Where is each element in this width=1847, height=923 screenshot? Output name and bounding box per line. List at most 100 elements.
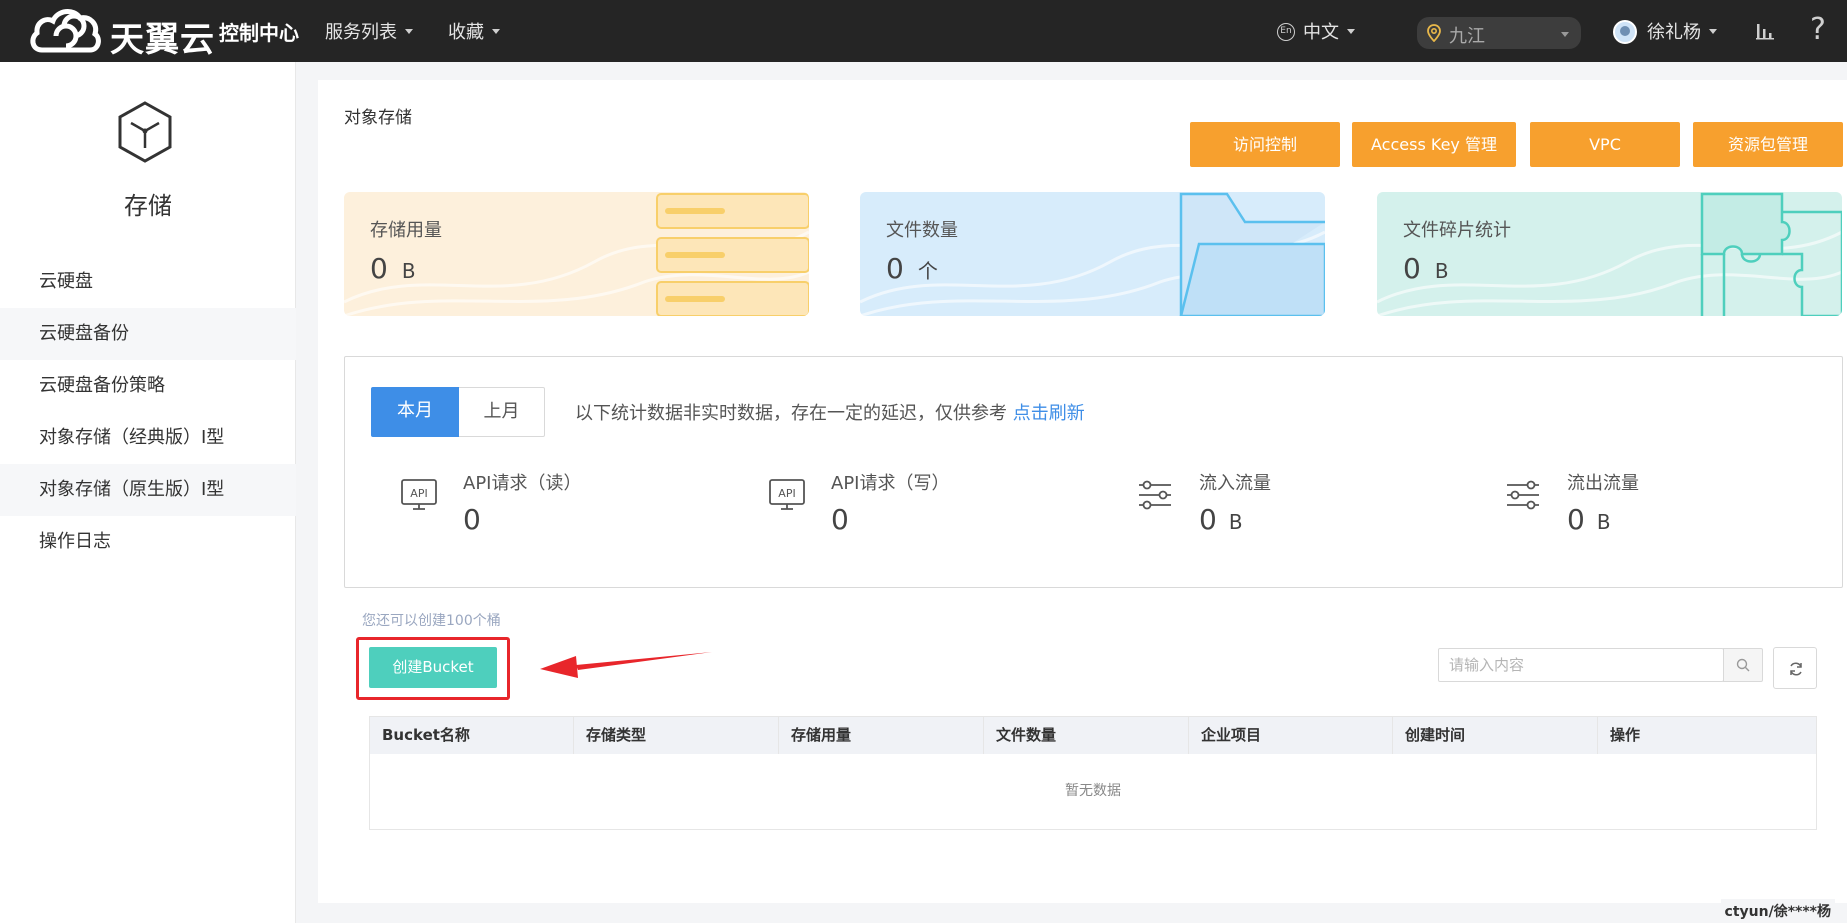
tab-last-month[interactable]: 上月: [459, 387, 545, 437]
svg-text:API: API: [410, 487, 427, 500]
search-input[interactable]: 请输入内容: [1438, 648, 1724, 682]
stat-label: API请求（读）: [463, 473, 582, 494]
column-header: 存储类型: [574, 717, 779, 754]
menu-label: 服务列表: [325, 22, 397, 43]
card-value: 0B: [1403, 252, 1449, 285]
sidebar-item-disk-backup[interactable]: 云硬盘备份: [0, 308, 296, 360]
value-unit: B: [401, 259, 416, 283]
vpc-button[interactable]: VPC: [1530, 122, 1680, 167]
resource-package-button[interactable]: 资源包管理: [1693, 122, 1843, 167]
sidebar-item-label: 操作日志: [39, 531, 111, 552]
value-unit: 个: [917, 259, 938, 283]
page-title: 对象存储: [344, 108, 412, 128]
sidebar: 存储 云硬盘 云硬盘备份 云硬盘备份策略 对象存储（经典版）Ⅰ型 对象存储（原生…: [0, 62, 296, 923]
cube-storage-icon: [118, 101, 172, 163]
fragment-stats-card: 文件碎片统计 0B: [1377, 192, 1842, 316]
empty-state-text: 暂无数据: [1065, 783, 1121, 799]
language-switcher[interactable]: En 中文: [1277, 18, 1355, 44]
sidebar-item-label: 云硬盘: [39, 271, 93, 292]
bucket-quota-text: 您还可以创建100个桶: [362, 613, 501, 629]
sidebar-item-object-storage-native[interactable]: 对象存储（原生版）Ⅰ型: [0, 464, 296, 516]
chevron-down-icon: [1561, 32, 1569, 37]
stat-outbound-traffic: 流出流量 0B: [1505, 469, 1805, 549]
chevron-down-icon: [492, 29, 500, 34]
sidebar-item-object-storage-classic[interactable]: 对象存储（经典版）Ⅰ型: [0, 412, 296, 464]
tab-this-month[interactable]: 本月: [371, 387, 459, 437]
top-navigation-bar: 天翼云 控制中心 服务列表 收藏 En 中文 九江 徐礼杨 ?: [0, 0, 1847, 62]
column-header: 存储用量: [779, 717, 984, 754]
brand-logo[interactable]: 天翼云: [28, 4, 214, 60]
bar-chart-icon[interactable]: [1756, 22, 1774, 40]
stats-notice: 以下统计数据非实时数据，存在一定的延迟，仅供参考 点击刷新: [575, 399, 1085, 425]
sidebar-item-label: 对象存储（经典版）Ⅰ型: [39, 427, 225, 448]
card-value: 0个: [886, 252, 938, 285]
card-label: 文件数量: [886, 220, 958, 241]
folder-icon: [1179, 192, 1325, 316]
user-menu[interactable]: 徐礼杨: [1613, 18, 1717, 44]
value-number: 0: [886, 252, 904, 285]
sidebar-item-backup-policy[interactable]: 云硬盘备份策略: [0, 360, 296, 412]
refresh-button[interactable]: [1773, 647, 1817, 689]
language-label: 中文: [1303, 22, 1339, 43]
sidebar-item-cloud-disk[interactable]: 云硬盘: [0, 256, 296, 308]
stat-label: 流出流量: [1567, 473, 1639, 494]
storage-usage-card: 存储用量 0B: [344, 192, 809, 316]
stat-label: API请求（写）: [831, 473, 950, 494]
card-label: 文件碎片统计: [1403, 220, 1511, 241]
value-number: 0: [831, 503, 849, 536]
access-key-button[interactable]: Access Key 管理: [1352, 122, 1516, 167]
value-number: 0: [370, 252, 388, 285]
stat-api-write: API API请求（写） 0: [769, 469, 1069, 549]
sidebar-item-label: 云硬盘备份策略: [39, 375, 165, 396]
stat-inbound-traffic: 流入流量 0B: [1137, 469, 1437, 549]
menu-label: 收藏: [448, 22, 484, 43]
value-number: 0: [1567, 503, 1585, 536]
usage-stats-panel: 本月 上月 以下统计数据非实时数据，存在一定的延迟，仅供参考 点击刷新 API …: [344, 356, 1843, 588]
menu-service-list[interactable]: 服务列表: [325, 18, 413, 44]
avatar: [1613, 19, 1637, 44]
menu-favorites[interactable]: 收藏: [448, 18, 500, 44]
chevron-down-icon: [1709, 29, 1717, 34]
card-value: 0B: [370, 252, 416, 285]
refresh-link[interactable]: 点击刷新: [1013, 403, 1085, 424]
column-header: 企业项目: [1189, 717, 1393, 754]
brand-name: 天翼云: [110, 20, 215, 60]
value-unit: B: [1596, 510, 1611, 534]
server-stack-icon: [656, 193, 809, 316]
table-header: Bucket名称 存储类型 存储用量 文件数量 企业项目 创建时间 操作: [370, 717, 1816, 754]
traffic-flow-icon: [1507, 480, 1539, 510]
traffic-flow-icon: [1139, 480, 1171, 510]
main-panel: 对象存储 访问控制 Access Key 管理 VPC 资源包管理 存储用量 0…: [318, 80, 1847, 903]
search-icon: [1736, 658, 1750, 672]
user-name: 徐礼杨: [1647, 22, 1701, 43]
console-title[interactable]: 控制中心: [219, 17, 299, 46]
help-icon[interactable]: ?: [1810, 12, 1826, 47]
value-number: 0: [1403, 252, 1421, 285]
language-icon: En: [1277, 22, 1295, 41]
stat-value: 0: [831, 503, 849, 536]
column-header: 操作: [1610, 726, 1641, 744]
value-unit: B: [1228, 510, 1243, 534]
refresh-icon: [1790, 662, 1802, 676]
create-bucket-button[interactable]: 创建Bucket: [369, 647, 497, 688]
region-value: 九江: [1449, 26, 1485, 47]
footer-user-tag: ctyun/徐****杨: [1720, 899, 1835, 923]
column-header: 文件数量: [984, 717, 1189, 754]
value-number: 0: [1199, 503, 1217, 536]
search-button[interactable]: [1723, 648, 1763, 682]
access-control-button[interactable]: 访问控制: [1190, 122, 1340, 167]
api-icon: API: [401, 479, 437, 510]
sidebar-title: 存储: [124, 192, 172, 220]
api-icon: API: [769, 479, 805, 510]
chevron-down-icon: [405, 29, 413, 34]
stat-value: 0B: [1567, 503, 1611, 536]
chevron-down-icon: [1347, 29, 1355, 34]
stat-value: 0: [463, 503, 481, 536]
column-header: Bucket名称: [370, 717, 574, 754]
sidebar-item-operation-log[interactable]: 操作日志: [0, 516, 296, 568]
bucket-table: Bucket名称 存储类型 存储用量 文件数量 企业项目 创建时间 操作 暂无数…: [369, 716, 1817, 830]
column-header: 创建时间: [1393, 717, 1598, 754]
stat-api-read: API API请求（读） 0: [401, 469, 701, 549]
region-select[interactable]: 九江: [1417, 17, 1581, 49]
stat-value: 0B: [1199, 503, 1243, 536]
